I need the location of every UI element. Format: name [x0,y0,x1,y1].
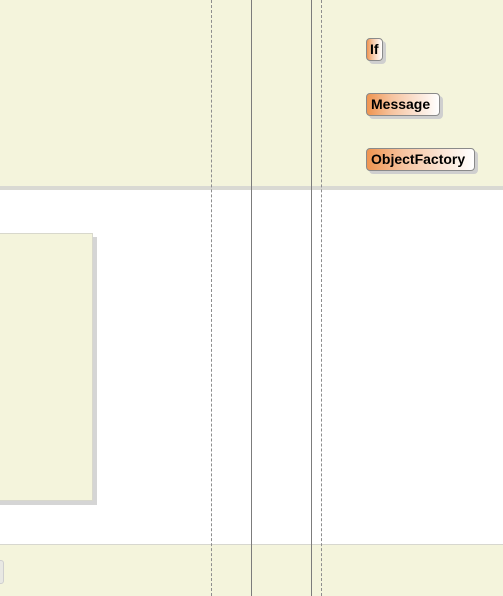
lifeline-solid-1 [251,0,252,596]
node-object-factory[interactable]: ObjectFactory [366,148,475,171]
diagram-canvas: If Message ObjectFactory [0,0,503,596]
partial-node [0,560,4,584]
node-object-factory-label: ObjectFactory [371,151,466,167]
lifeline-dashed-2 [321,0,322,596]
node-if[interactable]: If [366,38,383,61]
node-if-label: If [370,41,379,57]
node-message-label: Message [371,96,431,112]
lifeline-dashed-1 [211,0,212,596]
lifeline-solid-2 [311,0,312,596]
node-message[interactable]: Message [366,93,440,116]
activation-box[interactable] [0,233,93,501]
